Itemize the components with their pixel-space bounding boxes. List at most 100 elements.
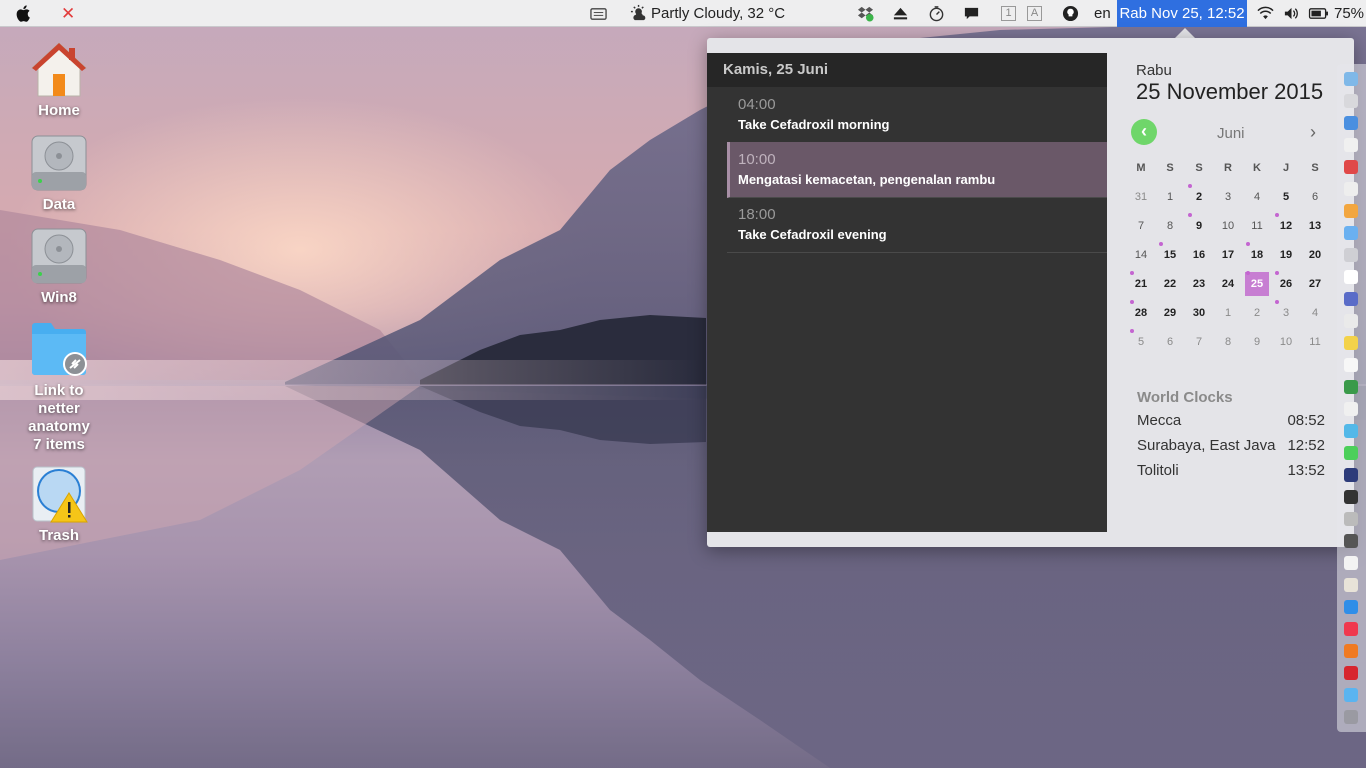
dock-app-icon[interactable] xyxy=(1344,446,1358,460)
dock-app-icon[interactable] xyxy=(1344,666,1358,680)
calendar-day[interactable]: 26 xyxy=(1274,272,1298,296)
battery-icon[interactable] xyxy=(1308,5,1330,22)
calendar-day[interactable]: 11 xyxy=(1245,214,1269,238)
dock-app-icon[interactable] xyxy=(1344,116,1358,130)
prev-month-button[interactable]: ‹ xyxy=(1131,119,1157,145)
calendar-day[interactable]: 9 xyxy=(1245,330,1269,354)
dock-app-icon[interactable] xyxy=(1344,424,1358,438)
dock-app-icon[interactable] xyxy=(1344,336,1358,350)
dock-app-icon[interactable] xyxy=(1344,380,1358,394)
dock-app-icon[interactable] xyxy=(1344,292,1358,306)
calendar-day[interactable]: 2 xyxy=(1187,185,1211,209)
calendar-day[interactable]: 30 xyxy=(1187,301,1211,325)
calendar-day[interactable]: 19 xyxy=(1274,243,1298,267)
dock-app-icon[interactable] xyxy=(1344,72,1358,86)
dock-app-icon[interactable] xyxy=(1344,314,1358,328)
calendar-day[interactable]: 3 xyxy=(1274,301,1298,325)
desktop-icon-win8[interactable]: Win8 xyxy=(14,227,104,307)
workspace-1-indicator[interactable]: 1 xyxy=(1001,6,1016,21)
dock-app-icon[interactable] xyxy=(1344,688,1358,702)
dock-app-icon[interactable] xyxy=(1344,534,1358,548)
calendar-day[interactable]: 8 xyxy=(1158,214,1182,238)
dock-app-icon[interactable] xyxy=(1344,490,1358,504)
dock-app-icon[interactable] xyxy=(1344,358,1358,372)
calendar-day[interactable]: 12 xyxy=(1274,214,1298,238)
dock-app-icon[interactable] xyxy=(1344,512,1358,526)
calendar-day[interactable]: 14 xyxy=(1129,243,1153,267)
dock-app-icon[interactable] xyxy=(1344,578,1358,592)
desktop-icon-netter-link[interactable]: Link to netter anatomy 7 items xyxy=(14,320,104,454)
volume-icon[interactable] xyxy=(1283,5,1300,22)
dock-app-icon[interactable] xyxy=(1344,270,1358,284)
apple-icon[interactable] xyxy=(14,4,33,23)
calendar-day[interactable]: 23 xyxy=(1187,272,1211,296)
timer-icon[interactable] xyxy=(928,5,945,22)
calendar-day[interactable]: 4 xyxy=(1303,301,1327,325)
calendar-day[interactable]: 10 xyxy=(1274,330,1298,354)
keyboard-icon[interactable] xyxy=(590,5,607,22)
language-indicator[interactable]: en xyxy=(1094,0,1111,27)
calendar-day[interactable]: 31 xyxy=(1129,185,1153,209)
chat-icon[interactable] xyxy=(963,5,980,22)
calendar-day[interactable]: 24 xyxy=(1216,272,1240,296)
dock-app-icon[interactable] xyxy=(1344,600,1358,614)
dock-app-icon[interactable] xyxy=(1344,556,1358,570)
calendar-day-today[interactable]: 25 xyxy=(1245,272,1269,296)
calendar-day[interactable]: 10 xyxy=(1216,214,1240,238)
eject-icon[interactable] xyxy=(892,5,909,22)
calendar-day[interactable]: 13 xyxy=(1303,214,1327,238)
dock-app-icon[interactable] xyxy=(1344,226,1358,240)
calendar-day[interactable]: 3 xyxy=(1216,185,1240,209)
calendar-day[interactable]: 29 xyxy=(1158,301,1182,325)
wifi-icon[interactable] xyxy=(1257,5,1274,22)
calendar-day[interactable]: 7 xyxy=(1129,214,1153,238)
dock-app-icon[interactable] xyxy=(1344,402,1358,416)
dock-app-icon[interactable] xyxy=(1344,138,1358,152)
calendar-day[interactable]: 1 xyxy=(1158,185,1182,209)
dock-app-icon[interactable] xyxy=(1344,94,1358,108)
calendar-day[interactable]: 22 xyxy=(1158,272,1182,296)
desktop-icon-trash[interactable]: Trash xyxy=(14,465,104,545)
calendar-day[interactable]: 4 xyxy=(1245,185,1269,209)
dock-app-icon[interactable] xyxy=(1344,248,1358,262)
dock-app-icon[interactable] xyxy=(1344,182,1358,196)
dock-app-icon[interactable] xyxy=(1344,204,1358,218)
calendar-day[interactable]: 27 xyxy=(1303,272,1327,296)
calendar-day[interactable]: 18 xyxy=(1245,243,1269,267)
calendar-day[interactable]: 7 xyxy=(1187,330,1211,354)
desktop-icon-home[interactable]: Home xyxy=(14,40,104,120)
dropbox-icon[interactable] xyxy=(857,5,874,22)
calendar-day[interactable]: 8 xyxy=(1216,330,1240,354)
event-item[interactable]: 04:00 Take Cefadroxil morning xyxy=(727,87,1107,143)
calendar-day[interactable]: 16 xyxy=(1187,243,1211,267)
dock-app-grid-icon[interactable] xyxy=(1344,710,1358,724)
calendar-day[interactable]: 5 xyxy=(1129,330,1153,354)
calendar-day[interactable]: 1 xyxy=(1216,301,1240,325)
dock-app-icon[interactable] xyxy=(1344,160,1358,174)
next-month-button[interactable]: › xyxy=(1310,122,1316,143)
calendar-day[interactable]: 11 xyxy=(1303,330,1327,354)
dock-app-icon[interactable] xyxy=(1344,622,1358,636)
desktop-icon-data[interactable]: Data xyxy=(14,134,104,214)
calendar-day[interactable]: 28 xyxy=(1129,301,1153,325)
calendar-day[interactable]: 2 xyxy=(1245,301,1269,325)
calendar-day[interactable]: 9 xyxy=(1187,214,1211,238)
lightbulb-icon[interactable] xyxy=(1062,5,1079,22)
dock-app-icon[interactable] xyxy=(1344,468,1358,482)
close-icon[interactable]: ✕ xyxy=(61,0,75,27)
calendar-day[interactable]: 17 xyxy=(1216,243,1240,267)
calendar-day[interactable]: 20 xyxy=(1303,243,1327,267)
battery-percent[interactable]: 75% xyxy=(1334,0,1364,27)
calendar-day[interactable]: 6 xyxy=(1158,330,1182,354)
calendar-day[interactable]: 15 xyxy=(1158,243,1182,267)
dock-app-icon[interactable] xyxy=(1344,644,1358,658)
weather-text[interactable]: Partly Cloudy, 32 °C xyxy=(651,0,785,27)
calendar-day[interactable]: 6 xyxy=(1303,185,1327,209)
clock-button[interactable]: Rab Nov 25, 12:52 xyxy=(1117,0,1247,27)
weather-partly-cloudy-icon[interactable] xyxy=(630,4,649,23)
calendar-day[interactable]: 21 xyxy=(1129,272,1153,296)
event-item[interactable]: 18:00 Take Cefadroxil evening xyxy=(727,197,1107,253)
event-item-selected[interactable]: 10:00 Mengatasi kemacetan, pengenalan ra… xyxy=(727,142,1107,198)
calendar-day[interactable]: 5 xyxy=(1274,185,1298,209)
input-method-indicator[interactable]: A xyxy=(1027,6,1042,21)
